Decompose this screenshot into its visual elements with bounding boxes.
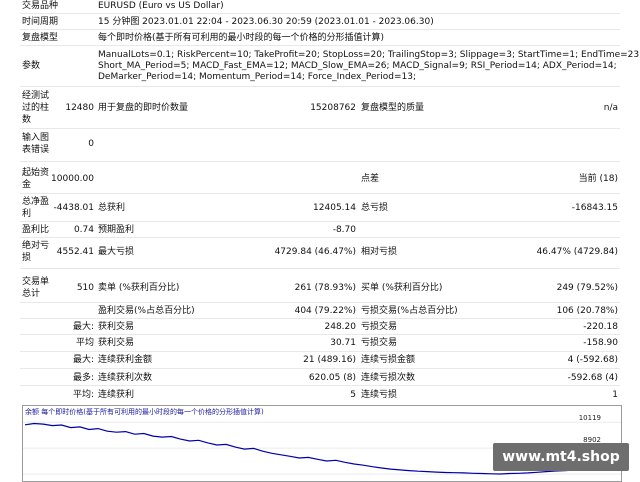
net-value: -4438.01 (53, 203, 94, 213)
symbol-value: EURUSD (Euro vs US Dollar) (98, 1, 224, 11)
short-label: 卖单 (%获利百分比) (98, 283, 180, 293)
separator (20, 368, 620, 369)
largest-loss-label: 亏损交易 (361, 322, 398, 332)
gross-loss-value: -16843.15 (571, 203, 618, 213)
payoff-value: -8.70 (332, 225, 356, 235)
bars-label: 经测试 (22, 91, 50, 101)
profit-trades-value: 404 (79.22%) (294, 306, 356, 316)
separator (20, 318, 620, 319)
max-cons-losses-value: 4 (-592.68) (567, 355, 618, 365)
abs-dd-label: 绝对亏 (22, 241, 50, 251)
params-line: DeMarker_Period=14; Momentum_Period=14; … (98, 72, 416, 82)
avg-cons-wins-value: 5 (350, 390, 356, 400)
quality-value: n/a (603, 103, 618, 113)
avg-profit-label: 获利交易 (98, 338, 135, 348)
y-tick-label: 10119 (578, 414, 601, 422)
separator (20, 334, 620, 335)
max-dd-value: 4729.84 (46.47%) (274, 247, 356, 257)
separator (20, 193, 620, 194)
deposit-label: 起始资 (22, 168, 50, 178)
abs-dd-value: 4552.41 (56, 247, 94, 257)
abs-dd-label: 损 (22, 253, 32, 263)
payoff-label: 预期盈利 (98, 225, 135, 235)
trades-label: 交易单 (22, 277, 50, 287)
separator (20, 29, 620, 30)
gross-profit-value: 12405.14 (313, 203, 356, 213)
largest-loss-value: -220.18 (583, 322, 618, 332)
ticks-value: 15208762 (310, 103, 356, 113)
separator (20, 13, 620, 14)
rel-dd-value: 46.47% (4729.84) (536, 247, 618, 257)
gross-loss-label: 总亏损 (361, 203, 389, 213)
pf-value: 0.74 (73, 225, 94, 235)
symbol-label: 交易品种 (22, 1, 59, 11)
max-dd-label: 最大亏损 (98, 247, 135, 257)
ticks-label: 用于复盘的即时价数量 (98, 103, 189, 113)
largest-profit-label: 获利交易 (98, 322, 135, 332)
largest-prefix: 最大: (72, 322, 94, 332)
separator (20, 128, 620, 129)
avg-loss-label: 亏损交易 (361, 338, 398, 348)
separator (20, 268, 620, 269)
largest-profit-value: 248.20 (324, 322, 357, 332)
separator (20, 86, 620, 87)
avg-profit-value: 30.71 (330, 338, 356, 348)
params-label: 参数 (22, 61, 41, 71)
loss-trades-value: 106 (20.78%) (556, 306, 618, 316)
maximal-cons-profit-value: 620.05 (8) (308, 373, 356, 383)
loss-trades-label: 亏损交易(%占总百分比) (361, 306, 458, 316)
rel-dd-label: 相对亏损 (361, 247, 398, 257)
deposit-value: 10000.00 (51, 174, 94, 184)
trades-value: 510 (76, 283, 94, 293)
quality-label: 复盘模型的质量 (361, 103, 425, 113)
avg2-prefix: 平均: (72, 390, 94, 400)
separator (20, 351, 620, 352)
errors-label: 输入图 (22, 133, 50, 143)
separator (20, 385, 620, 386)
average-prefix: 平均 (75, 338, 94, 348)
avg-cons-losses-label: 连续亏损 (361, 390, 398, 400)
spread-value: 当前 (18) (578, 174, 618, 184)
max-cons-wins-label: 连续获利金额 (98, 355, 153, 365)
deposit-label: 金 (22, 180, 32, 190)
bars-label: 数 (22, 115, 32, 125)
long-label: 买单 (%获利百分比) (361, 283, 443, 293)
errors-value: 0 (88, 139, 94, 149)
max-cons-wins-value: 21 (489.16) (303, 355, 356, 365)
max-prefix: 最大: (72, 355, 94, 365)
gross-profit-label: 总获利 (98, 203, 126, 213)
short-value: 261 (78.93%) (294, 283, 356, 293)
avg-cons-wins-label: 连续获利 (98, 390, 135, 400)
period-label: 时间周期 (22, 17, 59, 27)
maximal-prefix: 最多: (72, 373, 94, 383)
trades-label: 总计 (22, 289, 41, 299)
separator (20, 237, 620, 238)
pf-label: 盈利比 (22, 225, 50, 235)
maximal-cons-profit-label: 连续获利次数 (98, 373, 153, 383)
avg-loss-value: -158.90 (583, 338, 618, 348)
bars-value: 12480 (65, 103, 94, 113)
profit-trades-label: 盈利交易(%占总百分比) (98, 306, 195, 316)
model-value: 每个即时价格(基于所有可利用的最小时段的每一个价格的分形插值计算) (98, 33, 385, 43)
maximal-cons-loss-value: -592.68 (4) (567, 373, 618, 383)
spread-label: 点差 (361, 174, 380, 184)
period-value: 15 分钟图 2023.01.01 22:04 - 2023.06.30 20:… (98, 17, 434, 27)
separator (20, 221, 620, 222)
max-cons-losses-label: 连续亏损金额 (361, 355, 416, 365)
net-label: 利 (22, 209, 32, 219)
errors-label: 表错误 (22, 145, 50, 155)
bars-label: 过的柱 (22, 103, 50, 113)
model-label: 复盘模型 (22, 33, 59, 43)
separator (20, 302, 620, 303)
avg-cons-losses-value: 1 (612, 390, 618, 400)
separator (20, 45, 620, 46)
net-label: 总净盈 (22, 197, 50, 207)
maximal-cons-loss-label: 连续亏损次数 (361, 373, 416, 383)
watermark: www.mt4.shop (493, 443, 629, 471)
separator (20, 161, 620, 162)
long-value: 249 (79.52%) (556, 283, 618, 293)
